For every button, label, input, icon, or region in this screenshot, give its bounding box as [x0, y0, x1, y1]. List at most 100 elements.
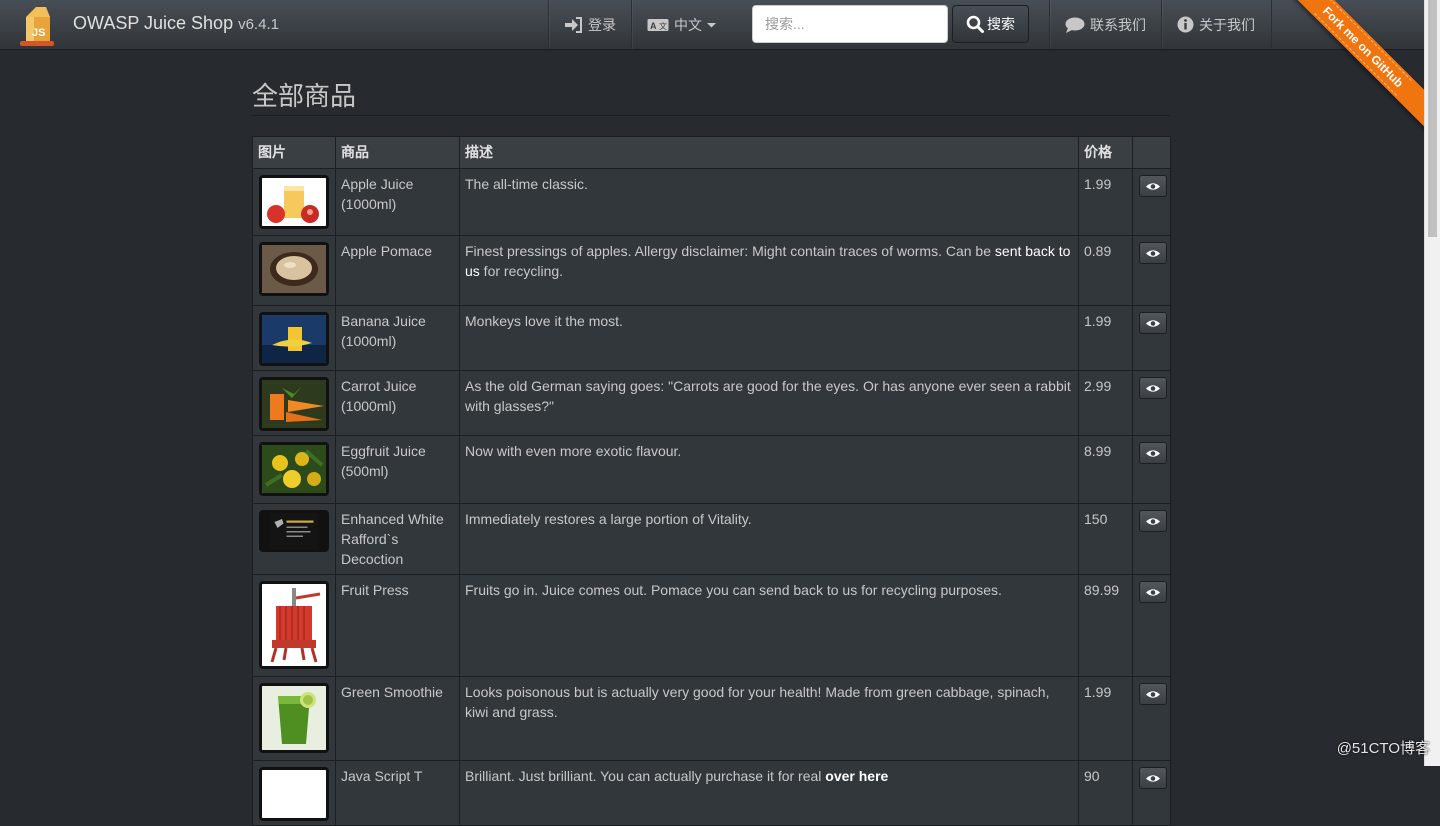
product-description: The all-time classic. — [459, 168, 1079, 236]
version-label: v6.4.1 — [238, 16, 279, 33]
search-input[interactable] — [752, 5, 948, 43]
eye-icon — [1146, 774, 1160, 782]
product-image-eggfruit-juice — [259, 442, 329, 496]
product-price: 1.99 — [1078, 676, 1133, 761]
view-details-button[interactable] — [1139, 581, 1167, 603]
product-description: Immediately restores a large portion of … — [459, 503, 1079, 575]
column-header-price: 价格 — [1078, 136, 1133, 169]
watermark: @51CTO博客 — [1336, 740, 1430, 757]
view-details-button[interactable] — [1139, 510, 1167, 532]
column-header-product: 商品 — [335, 136, 460, 169]
product-image-apple-pomace — [259, 242, 329, 296]
view-details-button[interactable] — [1139, 175, 1167, 197]
table-header-row: 图片 商品 描述 价格 — [252, 136, 1171, 169]
eye-icon — [1146, 249, 1160, 257]
eye-icon — [1146, 588, 1160, 596]
github-ribbon-banner[interactable]: Fork me on GitHub — [1279, 0, 1424, 131]
contact-link[interactable]: 联系我们 — [1049, 0, 1161, 49]
login-label: 登录 — [588, 16, 616, 33]
view-details-button[interactable] — [1139, 377, 1167, 399]
eye-icon — [1146, 182, 1160, 190]
table-row: Fruit Press Fruits go in. Juice comes ou… — [252, 574, 1171, 677]
product-description: Brilliant. Just brilliant. You can actua… — [459, 760, 1079, 826]
github-ribbon-label: Fork me on GitHub — [1314, 0, 1412, 96]
language-icon: A 文 — [647, 18, 669, 31]
product-name: Eggfruit Juice (500ml) — [335, 435, 460, 504]
product-description: Finest pressings of apples. Allergy disc… — [459, 235, 1079, 306]
product-description: Fruits go in. Juice comes out. Pomace yo… — [459, 574, 1079, 677]
search-button-label: 搜索 — [987, 16, 1015, 32]
product-description: As the old German saying goes: "Carrots … — [459, 370, 1079, 436]
product-price: 90 — [1078, 760, 1133, 826]
product-price: 8.99 — [1078, 435, 1133, 504]
table-row: Apple Juice (1000ml) The all-time classi… — [252, 168, 1171, 236]
product-price: 2.99 — [1078, 370, 1133, 436]
column-header-image: 图片 — [252, 136, 336, 169]
about-link[interactable]: 关于我们 — [1161, 0, 1272, 49]
table-row: Banana Juice (1000ml) Monkeys love it th… — [252, 305, 1171, 371]
product-name: Enhanced White Rafford`s Decoction — [335, 503, 460, 575]
product-image-banana-juice — [259, 312, 329, 366]
page-scrollbar[interactable] — [1424, 0, 1440, 766]
contact-label: 联系我们 — [1090, 16, 1146, 33]
language-dropdown[interactable]: A 文 中文 — [631, 0, 732, 49]
product-image-javascript-tshirt — [259, 767, 329, 821]
product-name: Apple Juice (1000ml) — [335, 168, 460, 236]
product-description: Monkeys love it the most. — [459, 305, 1079, 371]
svg-text:文: 文 — [659, 21, 667, 31]
view-details-button[interactable] — [1139, 242, 1167, 264]
table-row: Enhanced White Rafford`s Decoction Immed… — [252, 503, 1171, 575]
navbar: JS OWASP Juice Shop v6.4.1 登录 A 文 中文 搜索.… — [0, 0, 1424, 50]
description-text: Brilliant. Just brilliant. You can actua… — [465, 768, 826, 784]
column-header-actions — [1132, 136, 1171, 169]
eye-icon — [1146, 384, 1160, 392]
eye-icon — [1146, 449, 1160, 457]
svg-text:A: A — [650, 21, 657, 31]
juice-shop-logo-icon[interactable]: JS — [16, 3, 60, 47]
sign-in-icon — [565, 16, 582, 33]
page-title: 全部商品 — [252, 81, 357, 111]
brand[interactable]: OWASP Juice Shop v6.4.1 — [73, 13, 279, 34]
product-image-rafford-decoction — [259, 510, 329, 552]
login-link[interactable]: 登录 — [548, 0, 632, 49]
title-divider — [252, 115, 1170, 116]
search-icon — [966, 15, 984, 33]
product-image-carrot-juice — [259, 377, 329, 431]
table-row: Carrot Juice (1000ml) As the old German … — [252, 370, 1171, 436]
language-label: 中文 — [674, 16, 702, 33]
search-button[interactable]: 搜索 — [952, 5, 1029, 43]
view-details-button[interactable] — [1139, 442, 1167, 464]
view-details-button[interactable] — [1139, 683, 1167, 705]
table-row: Green Smoothie Looks poisonous but is ac… — [252, 676, 1171, 761]
table-row: Eggfruit Juice (500ml) Now with even mor… — [252, 435, 1171, 504]
eye-icon — [1146, 517, 1160, 525]
column-header-description: 描述 — [459, 136, 1079, 169]
table-row: Java Script T Brilliant. Just brilliant.… — [252, 760, 1171, 826]
product-image-apple-juice — [259, 175, 329, 229]
scrollbar-thumb[interactable] — [1428, 0, 1437, 237]
svg-text:JS: JS — [32, 27, 45, 39]
table-row: Apple Pomace Finest pressings of apples.… — [252, 235, 1171, 306]
purchase-link[interactable]: over here — [825, 768, 888, 784]
github-ribbon[interactable]: Fork me on GitHub — [1274, 0, 1424, 134]
view-details-button[interactable] — [1139, 312, 1167, 334]
product-price: 0.89 — [1078, 235, 1133, 306]
product-name: Fruit Press — [335, 574, 460, 677]
description-text: for recycling. — [479, 263, 564, 279]
product-description: Now with even more exotic flavour. — [459, 435, 1079, 504]
eye-icon — [1146, 319, 1160, 327]
product-image-fruit-press — [259, 581, 329, 669]
product-image-green-smoothie — [259, 683, 329, 753]
product-name: Banana Juice (1000ml) — [335, 305, 460, 371]
product-price: 1.99 — [1078, 305, 1133, 371]
product-name: Apple Pomace — [335, 235, 460, 306]
eye-icon — [1146, 690, 1160, 698]
about-label: 关于我们 — [1199, 16, 1255, 33]
product-price: 1.99 — [1078, 168, 1133, 236]
view-details-button[interactable] — [1139, 767, 1167, 789]
product-name: Carrot Juice (1000ml) — [335, 370, 460, 436]
description-text: Finest pressings of apples. Allergy disc… — [465, 243, 995, 259]
product-price: 150 — [1078, 503, 1133, 575]
product-name: Java Script T — [335, 760, 460, 826]
info-icon — [1177, 16, 1194, 33]
